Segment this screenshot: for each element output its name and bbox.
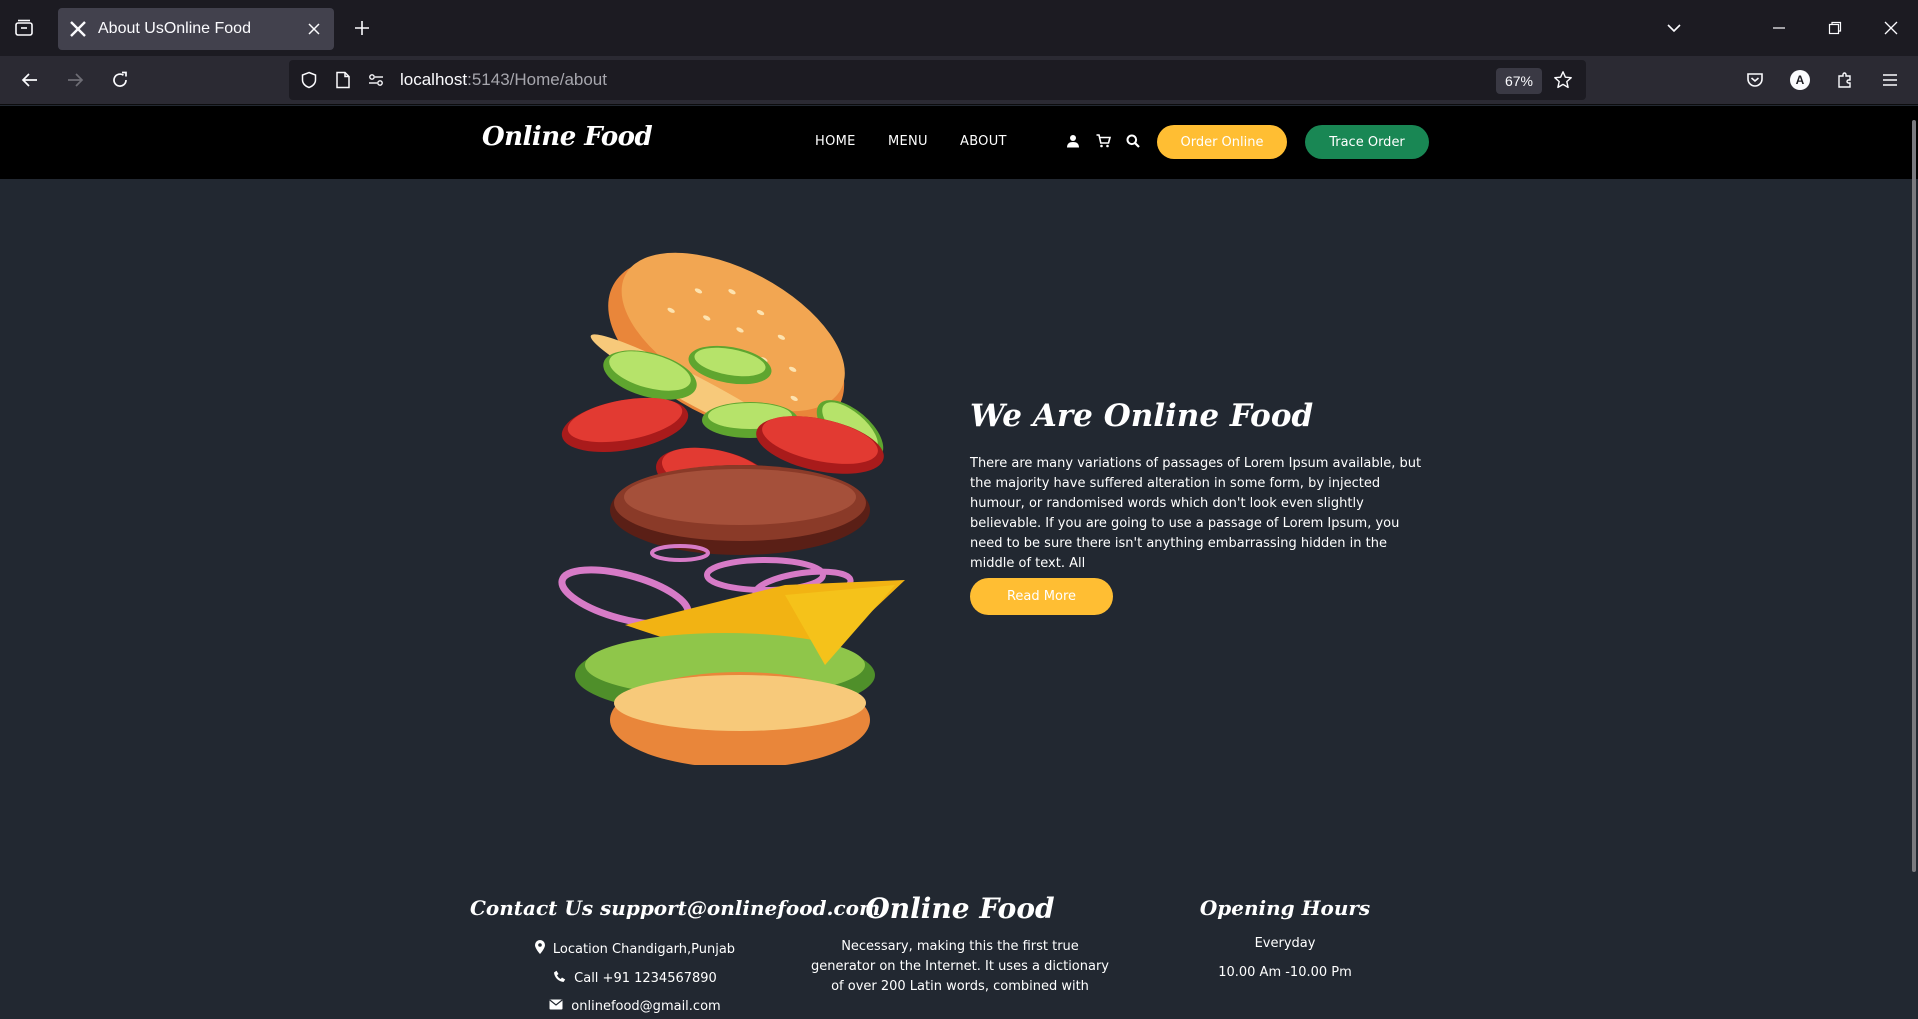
zoom-level[interactable]: 67%: [1496, 68, 1542, 94]
page-scrollbar[interactable]: [1912, 120, 1916, 872]
phone-icon: [553, 970, 566, 987]
site-logo[interactable]: Online Food: [482, 122, 653, 152]
nav-about[interactable]: ABOUT: [960, 134, 1007, 149]
footer-email-text: onlinefood@gmail.com: [571, 999, 721, 1014]
extensions-icon[interactable]: [1831, 66, 1859, 94]
footer-hours-time: 10.00 Am -10.00 Pm: [1218, 965, 1352, 980]
footer-hours-days: Everyday: [1254, 936, 1316, 951]
url-text[interactable]: localhost:5143/Home/about: [400, 70, 607, 90]
search-icon[interactable]: [1124, 132, 1142, 150]
reload-icon[interactable]: [106, 66, 134, 94]
tab-list-icon[interactable]: [10, 14, 38, 42]
cart-icon[interactable]: [1094, 132, 1112, 150]
browser-tab-bar: About UsOnline Food: [0, 0, 1918, 56]
map-marker-icon: [534, 940, 545, 958]
forward-icon[interactable]: [61, 66, 89, 94]
bookmark-star-icon[interactable]: [1553, 70, 1573, 90]
order-online-button[interactable]: Order Online: [1157, 125, 1287, 159]
restore-icon[interactable]: [1821, 14, 1849, 42]
footer-phone[interactable]: Call +91 1234567890: [470, 970, 800, 987]
envelope-icon: [549, 999, 563, 1014]
account-icon[interactable]: A: [1786, 66, 1814, 94]
url-path: :5143/Home/about: [467, 70, 607, 89]
site-header: Online Food HOME MENU ABOUT Order Online…: [0, 106, 1918, 179]
browser-nav-bar: localhost:5143/Home/about 67% A: [0, 56, 1918, 105]
close-tab-icon[interactable]: [304, 19, 324, 39]
browser-tab-active[interactable]: About UsOnline Food: [58, 8, 334, 50]
address-bar[interactable]: localhost:5143/Home/about 67%: [289, 60, 1586, 100]
site-permissions-icon[interactable]: [366, 70, 386, 90]
nav-home[interactable]: HOME: [815, 134, 856, 149]
footer-brand-text: Necessary, making this the first true ge…: [811, 939, 1109, 994]
nav-menu[interactable]: MENU: [888, 134, 928, 149]
footer-phone-text: Call +91 1234567890: [574, 971, 717, 986]
trace-order-button[interactable]: Trace Order: [1305, 125, 1429, 159]
about-heading: We Are Online Food: [970, 398, 1314, 434]
read-more-button[interactable]: Read More: [970, 578, 1113, 615]
shield-icon[interactable]: [299, 70, 319, 90]
page-icon[interactable]: [333, 70, 353, 90]
close-window-icon[interactable]: [1877, 14, 1905, 42]
url-host: localhost: [400, 70, 468, 89]
footer-hours: Opening Hours Everyday 10.00 Am -10.00 P…: [1140, 896, 1430, 980]
new-tab-icon[interactable]: [348, 14, 376, 42]
footer-hours-title: Opening Hours: [1199, 896, 1371, 920]
tab-title: About UsOnline Food: [98, 20, 251, 37]
about-body: There are many variations of passages of…: [970, 456, 1422, 571]
pocket-icon[interactable]: [1741, 66, 1769, 94]
footer-email[interactable]: onlinefood@gmail.com: [470, 999, 800, 1014]
back-icon[interactable]: [16, 66, 44, 94]
user-icon[interactable]: [1064, 132, 1082, 150]
minimize-icon[interactable]: [1765, 14, 1793, 42]
app-menu-icon[interactable]: [1876, 66, 1904, 94]
footer-contact-title: Contact Us support@onlinefood.com: [470, 896, 881, 920]
burger-illustration: [525, 245, 905, 768]
list-all-tabs-icon[interactable]: [1660, 14, 1688, 42]
footer-brand-title[interactable]: Online Food: [810, 892, 1110, 925]
footer-location[interactable]: Location Chandigarh,Punjab: [470, 940, 800, 958]
footer-contact: Contact Us support@onlinefood.com Locati…: [470, 896, 881, 1014]
footer-brand: Online Food Necessary, making this the f…: [810, 892, 1110, 997]
footer-location-text: Location Chandigarh,Punjab: [552, 941, 736, 957]
fork-knife-icon: [68, 19, 88, 39]
